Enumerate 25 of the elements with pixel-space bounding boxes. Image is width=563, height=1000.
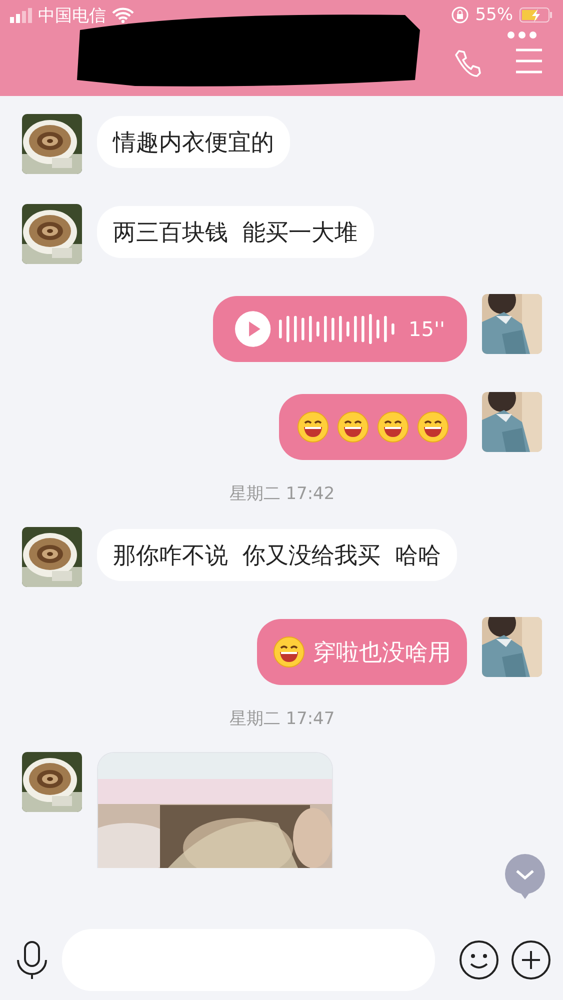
- message-bubble: 两三百块钱 能买一大堆: [97, 206, 374, 258]
- wifi-icon: [112, 7, 134, 23]
- play-icon: [235, 310, 271, 348]
- plus-icon[interactable]: [511, 940, 551, 980]
- more-icon[interactable]: [507, 30, 537, 40]
- voice-message[interactable]: 15'': [213, 296, 467, 362]
- emoji-icon[interactable]: [459, 940, 499, 980]
- laughing-face-icon: [273, 636, 305, 668]
- microphone-icon[interactable]: [14, 940, 50, 980]
- message-bubble: 穿啦也没啥用: [257, 619, 467, 685]
- timestamp: 星期二 17:42: [228, 483, 336, 505]
- laughing-face-icon: [297, 411, 329, 443]
- menu-icon[interactable]: [515, 48, 543, 74]
- rotation-lock-icon: [451, 6, 470, 24]
- laughing-face-icon: [417, 411, 449, 443]
- timestamp: 星期二 17:47: [228, 708, 336, 730]
- battery-percent: 55%: [475, 5, 513, 25]
- laughing-face-icon: [377, 411, 409, 443]
- message-bubble: 情趣内衣便宜的: [97, 116, 290, 168]
- message-bubble: 那你咋不说 你又没给我买 哈哈: [97, 529, 458, 581]
- scroll-down-button[interactable]: [505, 854, 545, 900]
- phone-icon[interactable]: [453, 48, 483, 78]
- signal-icon: [10, 7, 32, 23]
- laughing-face-icon: [337, 411, 369, 443]
- carrier: 中国电信: [38, 4, 106, 26]
